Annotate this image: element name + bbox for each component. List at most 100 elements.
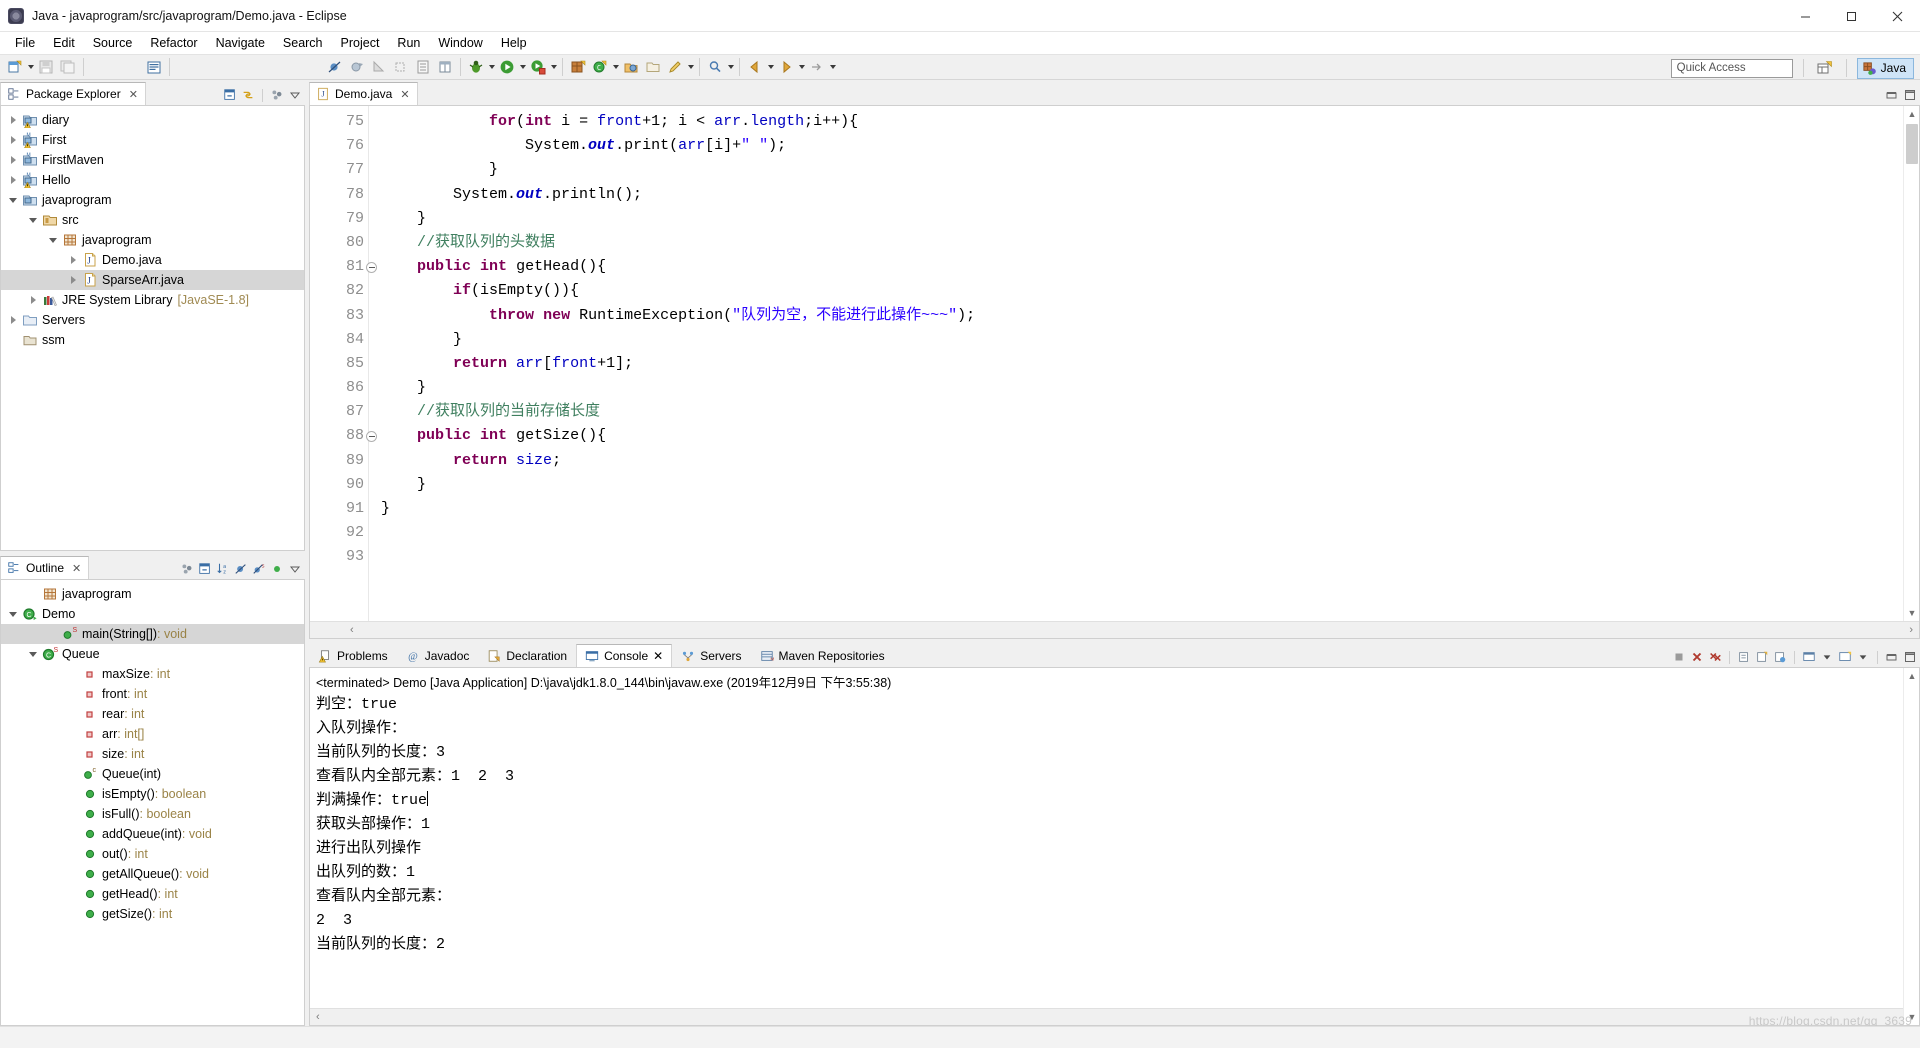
- code-line[interactable]: }: [381, 158, 1919, 182]
- code-line[interactable]: public int getSize(){: [381, 424, 1919, 448]
- run-dropdown-icon[interactable]: [518, 57, 527, 77]
- run-icon[interactable]: [497, 57, 517, 77]
- pencil-dropdown-icon[interactable]: [686, 57, 695, 77]
- tab-console[interactable]: Console ✕: [576, 644, 673, 667]
- view-menu-icon[interactable]: [269, 87, 285, 103]
- print-icon[interactable]: [144, 57, 164, 77]
- tree-item-main-string-[interactable]: Smain(String[]) : void: [1, 624, 304, 644]
- tree-item-addqueue-int-[interactable]: addQueue(int) : void: [1, 824, 304, 844]
- view-menu-chevron-icon[interactable]: [287, 87, 303, 103]
- tree-item-getallqueue-[interactable]: getAllQueue() : void: [1, 864, 304, 884]
- console-vertical-scrollbar[interactable]: ▲ ▼: [1903, 668, 1919, 1025]
- chevron-right-icon[interactable]: [5, 310, 21, 330]
- last-edit-dropdown-icon[interactable]: [828, 57, 837, 77]
- tree-item-first[interactable]: M First: [1, 130, 304, 150]
- code-line[interactable]: if(isEmpty()){: [381, 279, 1919, 303]
- open-type-icon[interactable]: [391, 57, 411, 77]
- console-body[interactable]: <terminated> Demo [Java Application] D:\…: [309, 667, 1920, 1026]
- menu-search[interactable]: Search: [274, 34, 332, 52]
- search-dropdown-icon[interactable]: [726, 57, 735, 77]
- tree-item-front[interactable]: front : int: [1, 684, 304, 704]
- tab-javadoc[interactable]: @ Javadoc: [397, 644, 479, 667]
- open-console-icon[interactable]: [1837, 649, 1853, 665]
- chevron-down-icon[interactable]: [45, 230, 61, 250]
- editor-body[interactable]: 75 76 77 78 79 80 81 82 83 84 85 86 87 88 89 90 91 92 93 f…: [309, 105, 1920, 639]
- outline-tree[interactable]: javaprogram C Demo Smain(String[]) : void C S…: [1, 580, 304, 924]
- editor-vertical-scrollbar[interactable]: ▲ ▼: [1903, 106, 1919, 621]
- maximize-console-icon[interactable]: [1902, 649, 1918, 665]
- search-icon[interactable]: [705, 57, 725, 77]
- hide-non-public-icon[interactable]: [269, 561, 285, 577]
- tree-item-getsize-[interactable]: getSize() : int: [1, 904, 304, 924]
- hide-fields-icon[interactable]: [233, 561, 249, 577]
- new-package-dropdown-icon[interactable]: [611, 57, 620, 77]
- tree-item-out-[interactable]: out() : int: [1, 844, 304, 864]
- debug-dropdown-icon[interactable]: [487, 57, 496, 77]
- code-line[interactable]: }: [381, 376, 1919, 400]
- remove-launch-icon[interactable]: [1689, 649, 1705, 665]
- tree-item-jre-system-library[interactable]: JRE System Library [JavaSE-1.8]: [1, 290, 304, 310]
- code-line[interactable]: //获取队列的头数据: [381, 231, 1919, 255]
- close-icon[interactable]: ✕: [72, 562, 81, 575]
- debug-icon[interactable]: [466, 57, 486, 77]
- close-icon[interactable]: ✕: [400, 88, 409, 101]
- tree-item-size[interactable]: size : int: [1, 744, 304, 764]
- tree-item-queue[interactable]: C S Queue: [1, 644, 304, 664]
- code-line[interactable]: public int getHead(){: [381, 255, 1919, 279]
- chevron-down-icon[interactable]: [5, 190, 21, 210]
- tree-item-isempty-[interactable]: isEmpty() : boolean: [1, 784, 304, 804]
- maximize-view-icon[interactable]: [1902, 87, 1918, 103]
- maximize-button[interactable]: [1828, 0, 1874, 32]
- code-line[interactable]: }: [381, 328, 1919, 352]
- console-horizontal-scrollbar[interactable]: ‹ ›: [310, 1008, 1919, 1025]
- link-with-editor-icon[interactable]: [240, 87, 256, 103]
- chevron-right-icon[interactable]: [65, 250, 81, 270]
- code-line[interactable]: for(int i = front+1; i < arr.length;i++)…: [381, 110, 1919, 134]
- tab-package-explorer[interactable]: Package Explorer ✕: [0, 82, 146, 105]
- menu-project[interactable]: Project: [332, 34, 389, 52]
- new-java-project-icon[interactable]: [568, 57, 588, 77]
- menu-refactor[interactable]: Refactor: [141, 34, 206, 52]
- close-button[interactable]: [1874, 0, 1920, 32]
- back-dropdown-icon[interactable]: [766, 57, 775, 77]
- chevron-down-icon[interactable]: [5, 604, 21, 624]
- toggle-breakpoint-icon[interactable]: [347, 57, 367, 77]
- tree-item-queue-int-[interactable]: c Queue(int): [1, 764, 304, 784]
- focus-on-active-task-icon[interactable]: [179, 561, 195, 577]
- display-selected-console-icon[interactable]: [1801, 649, 1817, 665]
- sort-icon[interactable]: az: [215, 561, 231, 577]
- hide-static-icon[interactable]: s: [251, 561, 267, 577]
- tree-item-src[interactable]: src: [1, 210, 304, 230]
- console-dropdown-icon[interactable]: [1819, 649, 1835, 665]
- chevron-right-icon[interactable]: [65, 270, 81, 290]
- code-line[interactable]: }: [381, 207, 1919, 231]
- code-line[interactable]: //获取队列的当前存储长度: [381, 400, 1919, 424]
- open-console-dropdown-icon[interactable]: [1855, 649, 1871, 665]
- save-all-icon[interactable]: [58, 57, 78, 77]
- tab-outline[interactable]: Outline ✕: [0, 556, 90, 579]
- tab-problems[interactable]: Problems: [309, 644, 397, 667]
- open-task-icon[interactable]: [413, 57, 433, 77]
- tree-item-servers[interactable]: Servers: [1, 310, 304, 330]
- code-line[interactable]: System.out.print(arr[i]+" ");: [381, 134, 1919, 158]
- tree-item-demo[interactable]: C Demo: [1, 604, 304, 624]
- scroll-thumb[interactable]: [1906, 124, 1918, 164]
- menu-run[interactable]: Run: [388, 34, 429, 52]
- back-icon[interactable]: [745, 57, 765, 77]
- console-output[interactable]: 判空：true 入队列操作： 当前队列的长度：3 查看队内全部元素：1 2 3 判满操作…: [310, 693, 1919, 1008]
- pencil-icon[interactable]: [665, 57, 685, 77]
- close-icon[interactable]: ✕: [653, 649, 663, 663]
- scroll-up-icon[interactable]: ▲: [1904, 106, 1919, 122]
- tree-item-isfull-[interactable]: isFull() : boolean: [1, 804, 304, 824]
- tree-item-demo-java[interactable]: J Demo.java: [1, 250, 304, 270]
- collapse-all-icon[interactable]: [222, 87, 238, 103]
- new-wizard-icon[interactable]: [5, 57, 25, 77]
- new-package-icon[interactable]: C: [590, 57, 610, 77]
- collapse-all-icon[interactable]: [197, 561, 213, 577]
- table-icon[interactable]: [435, 57, 455, 77]
- code-line[interactable]: [381, 545, 1919, 569]
- clear-console-icon[interactable]: [1736, 649, 1752, 665]
- forward-icon[interactable]: [776, 57, 796, 77]
- menu-edit[interactable]: Edit: [44, 34, 84, 52]
- tree-item-maxsize[interactable]: maxSize : int: [1, 664, 304, 684]
